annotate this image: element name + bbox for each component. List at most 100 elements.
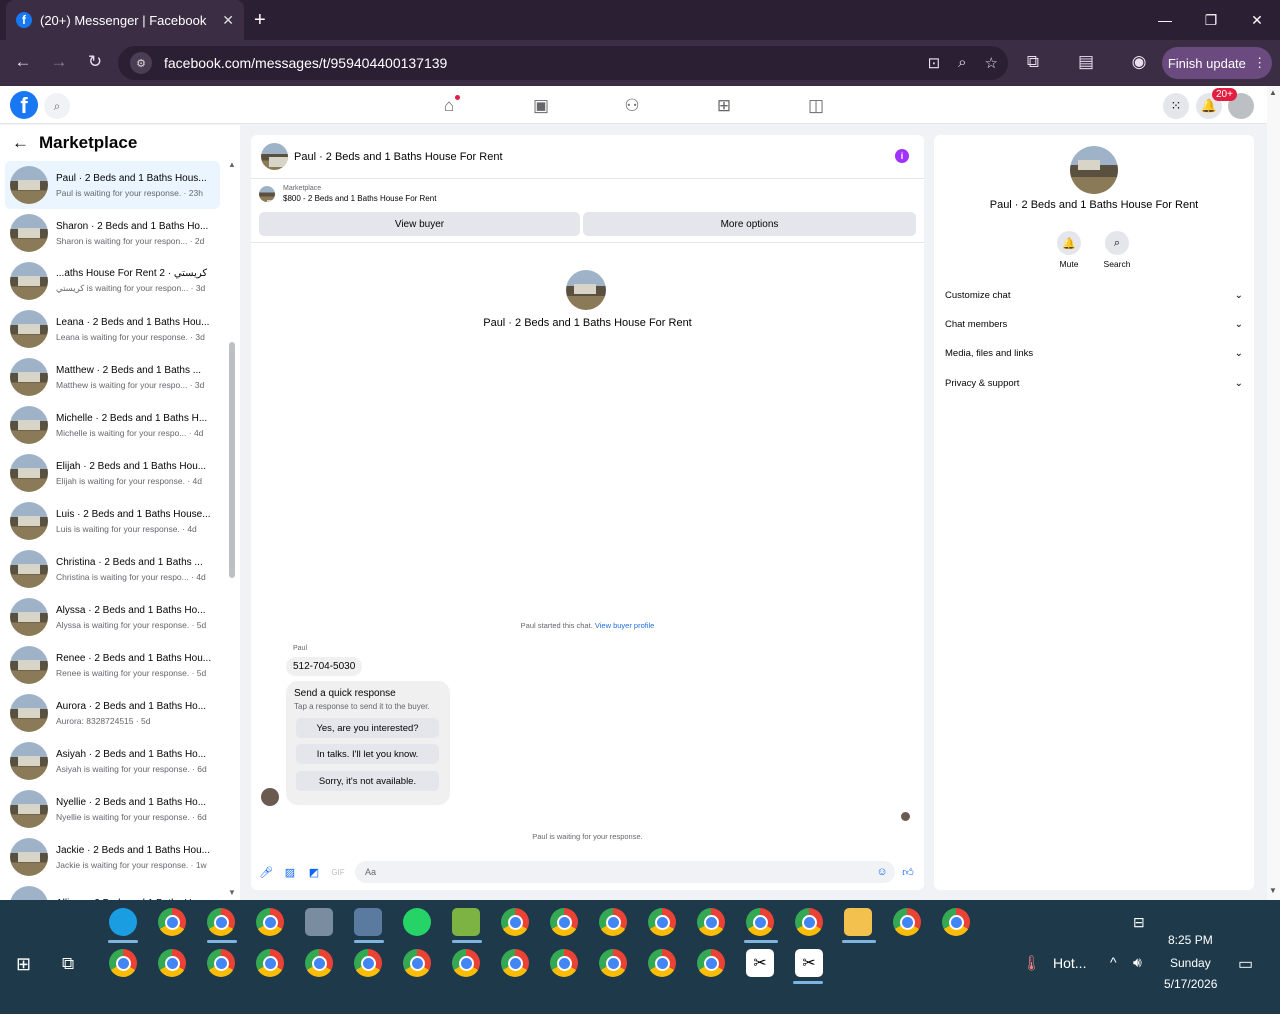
id-card-icon[interactable] (354, 908, 382, 936)
message-input[interactable]: Aa (355, 861, 895, 883)
install-app-icon[interactable]: ⊡ (928, 54, 941, 72)
chat-avatar[interactable] (261, 143, 288, 170)
conversation-item[interactable]: Michelle · 2 Beds and 1 Baths H... Michel… (5, 401, 220, 449)
section-media-files[interactable]: Media, files and links ⌄ (945, 348, 1243, 359)
page-scrollbar[interactable]: ▲ ▼ (1267, 86, 1280, 900)
section-privacy-support[interactable]: Privacy & support ⌄ (945, 378, 1243, 389)
chrome-icon[interactable] (942, 908, 970, 936)
conversation-item[interactable]: Matthew · 2 Beds and 1 Baths ... Matthew … (5, 353, 220, 401)
conversation-item[interactable]: Allison · 2 Beds and 1 Baths Ho... (5, 881, 220, 900)
chrome-icon[interactable] (893, 908, 921, 936)
scroll-down-icon[interactable]: ▼ (228, 888, 236, 897)
edge-icon[interactable] (109, 908, 137, 936)
chrome-icon[interactable] (256, 908, 284, 936)
conversation-item[interactable]: Christina · 2 Beds and 1 Baths ... Christ… (5, 545, 220, 593)
capcut-icon[interactable]: ✂ (746, 949, 774, 977)
chrome-icon[interactable] (501, 908, 529, 936)
address-bar[interactable]: ⚙ facebook.com/messages/t/95940440013713… (118, 46, 1008, 80)
info-icon[interactable]: i (895, 149, 909, 163)
network-icon[interactable]: ⊟ (1133, 914, 1145, 931)
back-icon[interactable]: ← (12, 52, 34, 72)
emoji-icon[interactable]: ☺ (875, 865, 889, 879)
chrome-icon[interactable] (109, 949, 137, 977)
conversation-item[interactable]: Luis · 2 Beds and 1 Baths House... Luis i… (5, 497, 220, 545)
gif-icon[interactable]: GIF (331, 865, 345, 879)
chrome-icon[interactable] (158, 949, 186, 977)
microphone-icon[interactable]: 🎤︎ (259, 865, 273, 879)
conversation-item[interactable]: ...aths House For Rent 2 · كريستي كريستي … (5, 257, 220, 305)
finish-update-button[interactable]: Finish update ⋮ (1162, 47, 1272, 79)
reading-mode-icon[interactable]: ▤ (1075, 52, 1097, 72)
conversation-item[interactable]: Nyellie · 2 Beds and 1 Baths Ho... Nyelli… (5, 785, 220, 833)
windows-start-icon[interactable]: ⊞ (16, 954, 31, 975)
chrome-icon[interactable] (158, 908, 186, 936)
whatsapp-icon[interactable] (403, 908, 431, 936)
chrome-icon[interactable] (648, 949, 676, 977)
quick-response-option[interactable]: In talks. I'll let you know. (296, 744, 439, 764)
notepad-icon[interactable] (452, 908, 480, 936)
photos-icon[interactable] (305, 908, 333, 936)
close-tab-icon[interactable]: ✕ (222, 12, 234, 29)
section-chat-members[interactable]: Chat members ⌄ (945, 319, 1243, 330)
notification-center-icon[interactable]: ▭ (1238, 954, 1253, 974)
section-customize-chat[interactable]: Customize chat ⌄ (945, 290, 1243, 301)
profile-avatar[interactable] (566, 270, 606, 310)
sidebar-scrollbar[interactable]: ▲ ▼ (228, 160, 236, 898)
conversation-item[interactable]: Renee · 2 Beds and 1 Baths Hou... Renee i… (5, 641, 220, 689)
chrome-icon[interactable] (207, 949, 235, 977)
conversation-item[interactable]: Alyssa · 2 Beds and 1 Baths Ho... Alyssa … (5, 593, 220, 641)
conversation-item[interactable]: Asiyah · 2 Beds and 1 Baths Ho... Asiyah … (5, 737, 220, 785)
weather-text[interactable]: Hot... (1053, 955, 1086, 971)
chrome-icon[interactable] (305, 949, 333, 977)
file-explorer-icon[interactable] (844, 908, 872, 936)
chrome-icon[interactable] (256, 949, 284, 977)
video-icon[interactable]: ▣ (526, 95, 556, 117)
back-arrow-icon[interactable]: ← (12, 133, 29, 153)
like-icon[interactable]: 👍︎ (901, 865, 915, 879)
sticker-icon[interactable]: ◩ (307, 865, 321, 879)
volume-icon[interactable]: 🔊︎ (1133, 954, 1142, 971)
view-buyer-button[interactable]: View buyer (259, 212, 580, 236)
chat-title[interactable]: Paul · 2 Beds and 1 Baths House For Rent (294, 151, 503, 163)
chrome-icon[interactable] (550, 908, 578, 936)
quick-response-option[interactable]: Yes, are you interested? (296, 718, 439, 738)
new-tab-icon[interactable]: + (254, 9, 266, 32)
bookmark-star-icon[interactable]: ☆ (985, 54, 998, 72)
clock-day[interactable]: Sunday (1170, 956, 1211, 970)
marketplace-icon[interactable]: ⊞ (709, 95, 739, 117)
close-window-icon[interactable]: ✕ (1234, 0, 1280, 40)
minimize-icon[interactable]: — (1142, 0, 1188, 40)
browser-tab[interactable]: f (20+) Messenger | Facebook ✕ (6, 0, 244, 40)
profile-icon[interactable]: ◉ (1128, 52, 1150, 72)
search-icon[interactable]: ⌕ (44, 93, 70, 119)
capcut-icon[interactable]: ✂ (795, 949, 823, 977)
task-view-icon[interactable]: ⧉ (62, 954, 74, 974)
conversation-item[interactable]: Leana · 2 Beds and 1 Baths Hou... Leana i… (5, 305, 220, 353)
gaming-icon[interactable]: ◫ (801, 95, 831, 117)
photo-icon[interactable]: ▨ (283, 865, 297, 879)
clock-time[interactable]: 8:25 PM (1168, 933, 1213, 947)
menu-grid-icon[interactable]: ⁙ (1163, 93, 1189, 119)
chrome-icon[interactable] (550, 949, 578, 977)
friends-icon[interactable]: ⚇ (617, 95, 647, 117)
conversation-item[interactable]: Elijah · 2 Beds and 1 Baths Hou... Elijah… (5, 449, 220, 497)
scroll-up-icon[interactable]: ▲ (1269, 88, 1277, 97)
forward-icon[interactable]: → (48, 52, 70, 72)
search-button[interactable]: ⌕ Search (1097, 231, 1137, 269)
chrome-icon[interactable] (501, 949, 529, 977)
chrome-icon[interactable] (746, 908, 774, 936)
chrome-icon[interactable] (795, 908, 823, 936)
clock-date[interactable]: 5/17/2026 (1164, 977, 1217, 991)
chrome-icon[interactable] (403, 949, 431, 977)
reload-icon[interactable]: ↻ (84, 52, 106, 72)
weather-icon[interactable]: 🌡︎ (1022, 954, 1041, 972)
scroll-up-icon[interactable]: ▲ (228, 160, 236, 169)
more-options-button[interactable]: More options (583, 212, 916, 236)
chrome-icon[interactable] (207, 908, 235, 936)
view-buyer-profile-link[interactable]: View buyer profile (595, 621, 654, 630)
chrome-icon[interactable] (697, 949, 725, 977)
scrollbar-thumb[interactable] (229, 342, 235, 578)
conversation-item[interactable]: Sharon · 2 Beds and 1 Baths Ho... Sharon … (5, 209, 220, 257)
chrome-icon[interactable] (452, 949, 480, 977)
conversation-item[interactable]: Paul · 2 Beds and 1 Baths Hous... Paul is… (5, 161, 220, 209)
